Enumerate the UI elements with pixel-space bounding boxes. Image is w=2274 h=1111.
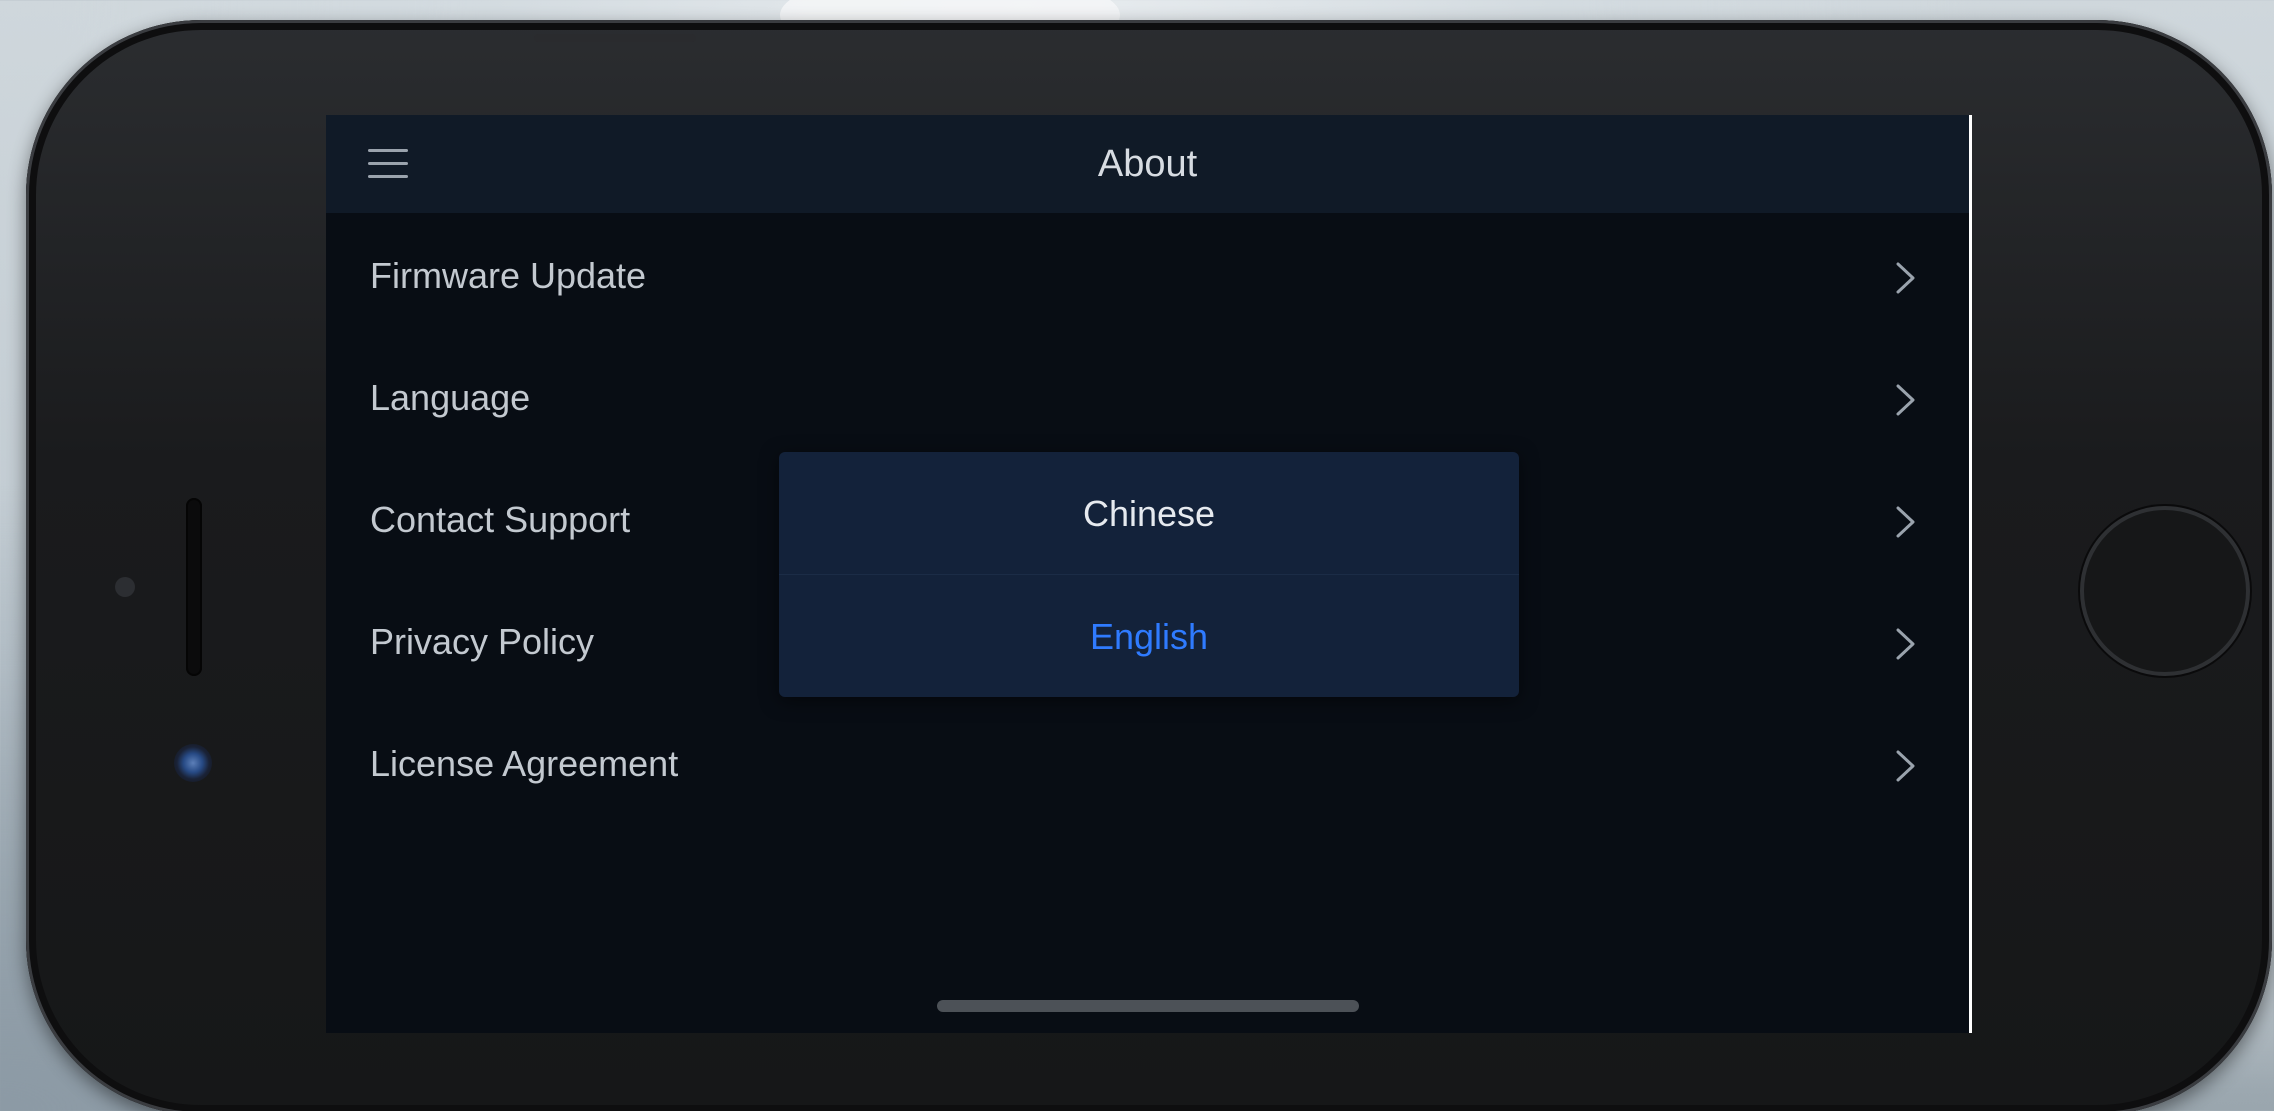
- phone-sensor: [115, 577, 135, 597]
- list-item-license-agreement[interactable]: License Agreement: [326, 701, 1969, 823]
- app-header: About: [326, 115, 1969, 213]
- list-item-label: Privacy Policy: [370, 621, 595, 662]
- chevron-right-icon: [1895, 627, 1917, 661]
- chevron-right-icon: [1895, 749, 1917, 783]
- list-item-language[interactable]: Language: [326, 335, 1969, 457]
- list-item-label: License Agreement: [370, 743, 679, 784]
- home-indicator[interactable]: [937, 1000, 1359, 1012]
- chevron-right-icon: [1895, 383, 1917, 417]
- chevron-right-icon: [1895, 505, 1917, 539]
- front-camera: [174, 744, 212, 782]
- page-title: About: [1097, 143, 1198, 185]
- language-option-chinese[interactable]: Chinese: [779, 452, 1519, 574]
- list-item-label: Firmware Update: [370, 255, 647, 296]
- phone-speaker: [186, 498, 202, 676]
- chevron-right-icon: [1895, 261, 1917, 295]
- language-option-english[interactable]: English: [779, 575, 1519, 697]
- phone-side-button: [534, 34, 696, 42]
- list-item-label: Language: [370, 377, 531, 418]
- language-picker-dialog: Chinese English: [779, 452, 1519, 697]
- list-item-firmware-update[interactable]: Firmware Update: [326, 213, 1969, 335]
- list-item-label: Contact Support: [370, 499, 631, 540]
- phone-home-button[interactable]: [2080, 506, 2250, 676]
- app-screen: About Firmware Update Language Contact S…: [326, 115, 1972, 1033]
